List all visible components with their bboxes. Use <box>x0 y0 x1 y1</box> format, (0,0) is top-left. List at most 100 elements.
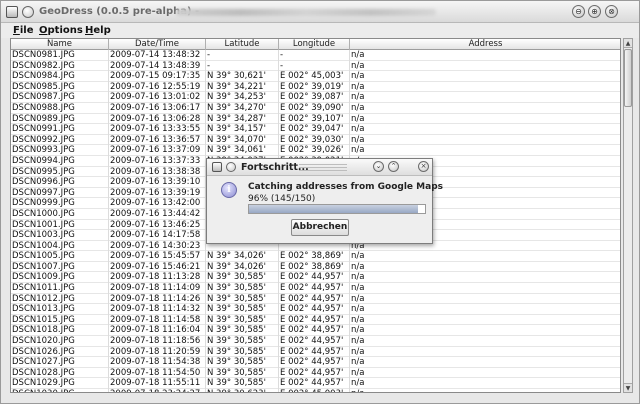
table-row[interactable]: DSCN0981.JPG 2009-07-14 13:48:32- - n/a <box>11 50 620 61</box>
cell-longitude: E 002° 44,957' <box>279 293 350 305</box>
column-header-datetime[interactable]: Date/Time <box>109 39 206 50</box>
cell-longitude: E 002° 44,957' <box>279 336 350 347</box>
cell-address: n/a <box>350 389 620 392</box>
cell-address: n/a <box>350 294 620 305</box>
cell-latitude: N 39° 30,585' <box>206 336 279 347</box>
table-row[interactable]: DSCN0991.JPG 2009-07-16 13:33:55 N 39° 34,… <box>11 124 620 135</box>
cell-address: n/a <box>350 325 620 336</box>
cell-datetime: 2009-07-16 14:17:58 <box>109 230 206 241</box>
scroll-down-button[interactable]: ▼ <box>624 383 632 392</box>
maximize-button[interactable]: ⊕ <box>588 5 601 18</box>
vertical-scrollbar[interactable]: ▲ ▼ <box>623 38 633 393</box>
cell-name: DSCN0999.JPG <box>11 198 109 209</box>
cell-address: n/a <box>350 283 620 294</box>
dialog-close-button[interactable]: × <box>418 161 429 172</box>
titlebar[interactable]: GeoDress (0.0.5 pre-alpha) - ⊖ ⊕ ⊗ <box>1 1 639 23</box>
cell-datetime: 2009-07-18 11:14:26 <box>109 293 206 305</box>
table-row[interactable]: DSCN0985.JPG 2009-07-16 12:55:19 N 39° 34,… <box>11 81 620 93</box>
cell-longitude: E 002° 39,107' <box>279 113 350 125</box>
sticky-icon[interactable] <box>22 6 34 18</box>
table-row[interactable]: DSCN1012.JPG 2009-07-18 11:14:26 N 39° 30,… <box>11 293 620 305</box>
menu-file-mnemonic: F <box>13 25 20 36</box>
cell-address: n/a <box>350 103 620 114</box>
progress-bar <box>248 204 426 214</box>
menu-file[interactable]: File <box>13 25 33 36</box>
cell-address: n/a <box>350 304 620 315</box>
cell-datetime: 2009-07-16 13:46:25 <box>109 219 206 231</box>
cell-name: DSCN0996.JPG <box>11 177 109 188</box>
table-row[interactable]: DSCN1011.JPG 2009-07-18 11:14:09 N 39° 30,… <box>11 283 620 294</box>
column-header-address[interactable]: Address <box>350 39 620 50</box>
cell-datetime: 2009-07-18 11:13:28 <box>109 272 206 284</box>
table-row[interactable]: DSCN1005.JPG 2009-07-16 15:45:57 N 39° 34,… <box>11 251 620 262</box>
table-row[interactable]: DSCN0989.JPG 2009-07-16 13:06:28 N 39° 34,… <box>11 113 620 125</box>
cell-longitude: - <box>279 50 350 61</box>
column-header-latitude[interactable]: Latitude <box>206 39 279 50</box>
table-row[interactable]: DSCN0992.JPG 2009-07-16 13:36:57 N 39° 34,… <box>11 134 620 146</box>
table-row[interactable]: DSCN0987.JPG 2009-07-16 13:01:02 N 39° 34,… <box>11 92 620 103</box>
table-row[interactable]: DSCN0982.JPG 2009-07-14 13:48:39- - n/a <box>11 60 620 72</box>
cell-name: DSCN0982.JPG <box>11 60 109 72</box>
table-row[interactable]: DSCN1020.JPG 2009-07-18 11:18:56 N 39° 30,… <box>11 336 620 347</box>
table-row[interactable]: DSCN1007.JPG 2009-07-16 15:46:21 N 39° 34,… <box>11 261 620 273</box>
cell-latitude: N 39° 34,157' <box>206 124 279 135</box>
cell-datetime: 2009-07-16 13:39:10 <box>109 177 206 188</box>
cell-datetime: 2009-07-14 13:48:39 <box>109 60 206 72</box>
cell-address: n/a <box>350 92 620 103</box>
scroll-up-button[interactable]: ▲ <box>624 39 632 48</box>
cell-address: n/a <box>350 315 620 326</box>
cell-longitude: E 002° 45,003' <box>279 389 350 392</box>
table-row[interactable]: DSCN0988.JPG 2009-07-16 13:06:17 N 39° 34,… <box>11 102 620 114</box>
dialog-maximize-button[interactable]: ⌃ <box>388 161 399 172</box>
cell-name: DSCN0997.JPG <box>11 187 109 199</box>
cell-longitude: E 002° 44,957' <box>279 346 350 358</box>
cell-address: n/a <box>350 61 620 72</box>
cell-datetime: 2009-07-16 13:39:19 <box>109 187 206 199</box>
table-row[interactable]: DSCN1015.JPG 2009-07-18 11:14:58 N 39° 30,… <box>11 314 620 326</box>
blurred-title-path <box>176 9 436 16</box>
dialog-grip-lines <box>299 164 347 171</box>
table-row[interactable]: DSCN1026.JPG 2009-07-18 11:20:59 N 39° 30,… <box>11 346 620 358</box>
cell-latitude: N 39° 34,287' <box>206 113 279 125</box>
column-header-name[interactable]: Name <box>11 39 109 50</box>
table-row[interactable]: DSCN1028.JPG 2009-07-18 11:54:50 N 39° 30,… <box>11 367 620 379</box>
cell-name: DSCN1001.JPG <box>11 219 109 231</box>
cell-address: n/a <box>350 71 620 82</box>
cell-name: DSCN1027.JPG <box>11 357 109 368</box>
table-row[interactable]: DSCN0984.JPG 2009-07-15 09:17:35 N 39° 30,… <box>11 71 620 82</box>
cell-name: DSCN1018.JPG <box>11 325 109 337</box>
cell-name: DSCN0993.JPG <box>11 145 109 156</box>
dialog-titlebar[interactable]: Fortschritt... ⌄ ⌃ × <box>207 159 432 176</box>
cell-longitude: E 002° 45,003' <box>279 71 350 82</box>
cell-address: n/a <box>350 145 620 156</box>
table-row[interactable]: DSCN1029.JPG 2009-07-18 11:55:11 N 39° 30,… <box>11 378 620 389</box>
cell-name: DSCN0988.JPG <box>11 102 109 114</box>
menu-help[interactable]: Help <box>85 25 111 36</box>
minimize-button[interactable]: ⊖ <box>572 5 585 18</box>
dialog-sticky-icon[interactable] <box>226 162 236 172</box>
scroll-thumb[interactable] <box>624 49 632 107</box>
table-row[interactable]: DSCN1018.JPG 2009-07-18 11:16:04 N 39° 30,… <box>11 325 620 337</box>
menu-options[interactable]: Options <box>39 25 83 36</box>
cell-latitude: N 39° 30,585' <box>206 367 279 379</box>
cell-datetime: 2009-07-16 13:44:42 <box>109 208 206 220</box>
table-row[interactable]: DSCN1013.JPG 2009-07-18 11:14:32 N 39° 30,… <box>11 304 620 315</box>
table-row[interactable]: DSCN0993.JPG 2009-07-16 13:37:09 N 39° 34,… <box>11 145 620 156</box>
cell-address: n/a <box>350 251 620 262</box>
cell-address: n/a <box>350 347 620 358</box>
cancel-button[interactable]: Abbrechen <box>291 219 349 236</box>
table-row[interactable]: DSCN1027.JPG 2009-07-18 11:54:38 N 39° 30,… <box>11 357 620 368</box>
cell-name: DSCN1004.JPG <box>11 240 109 252</box>
table-row[interactable]: DSCN1030.JPG2009-07-18 23:24:27N 39° 30,… <box>11 389 620 392</box>
cell-address: n/a <box>350 135 620 146</box>
table-row[interactable]: DSCN1009.JPG 2009-07-18 11:13:28 N 39° 30,… <box>11 272 620 284</box>
dialog-minimize-button[interactable]: ⌄ <box>373 161 384 172</box>
cell-address: n/a <box>350 378 620 389</box>
cell-datetime: 2009-07-16 15:45:57 <box>109 251 206 262</box>
close-button[interactable]: ⊗ <box>605 5 618 18</box>
dialog-app-icon[interactable] <box>212 162 222 172</box>
app-icon[interactable] <box>6 6 18 18</box>
cell-address: n/a <box>350 82 620 93</box>
column-header-longitude[interactable]: Longitude <box>279 39 350 50</box>
cell-address: n/a <box>350 50 620 61</box>
